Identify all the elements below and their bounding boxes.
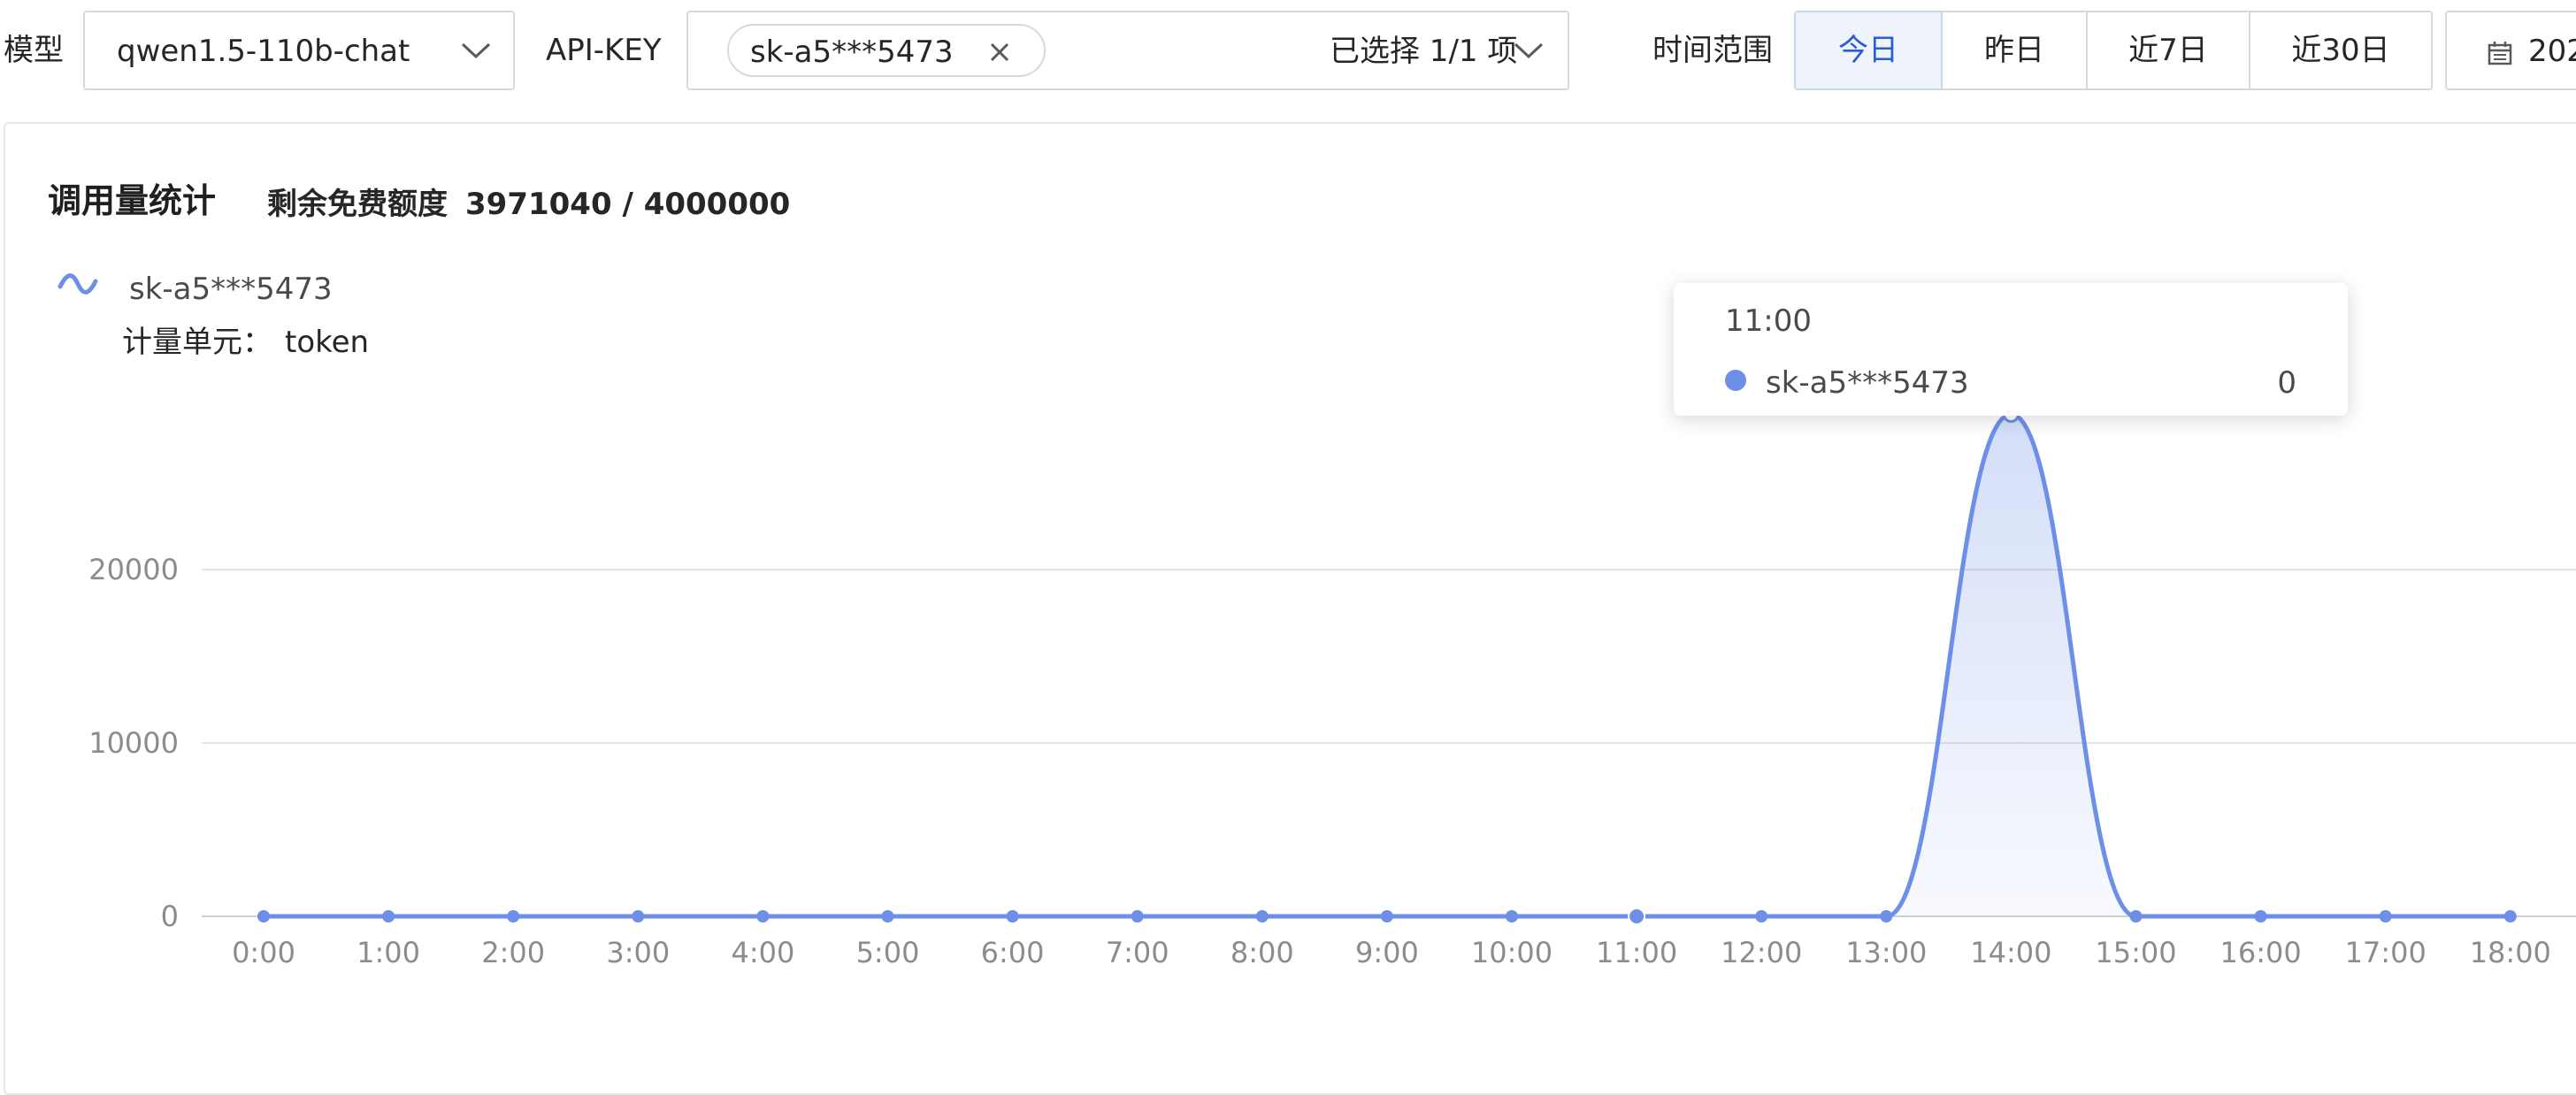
usage-chart: 0 10000 20000 0:00 1:00 2:00 3:00 4:00 5:00 6:00 7… [88,406,2576,969]
x-tick-label: 12:00 [1721,936,1802,969]
x-tick-label: 6:00 [981,936,1045,969]
data-point [2254,910,2267,923]
data-point [756,910,770,923]
x-tick-label: 11:00 [1596,936,1677,969]
data-point [1255,910,1269,923]
data-point [1506,910,1518,923]
x-tick-label: 15:00 [2095,936,2176,969]
data-point [881,910,894,923]
x-tick-label: 10:00 [1471,936,1552,969]
x-tick-label: 5:00 [856,936,920,969]
x-tick-label: 18:00 [2470,936,2551,969]
y-tick-label: 0 [161,900,179,933]
x-tick-label: 4:00 [731,936,794,969]
data-point [2379,910,2392,923]
data-point [1880,910,1893,923]
series-line [264,412,2511,919]
y-tick-label: 10000 [88,726,179,760]
time-option-today[interactable]: 今日 [1794,11,1943,90]
x-tick-label: 16:00 [2220,936,2301,969]
series-area [264,414,2511,916]
data-point [2503,910,2517,923]
data-point [1755,910,1768,923]
x-tick-label: 3:00 [606,936,670,969]
data-point [1006,910,1019,923]
x-tick-label: 7:00 [1106,936,1169,969]
data-point [1380,910,1393,923]
x-tick-label: 2:00 [481,936,545,969]
data-point [382,910,395,923]
x-tick-label: 14:00 [1970,936,2051,969]
data-point [507,910,520,923]
data-point [257,910,270,923]
tooltip-series-name: sk-a5***5473 [1766,365,1969,401]
x-tick-label: 0:00 [232,936,295,969]
x-tick-label: 13:00 [1845,936,1927,969]
data-point [1628,907,1646,925]
tooltip-time: 11:00 [1725,303,1812,339]
data-point [632,910,645,923]
x-tick-label: 1:00 [356,936,420,969]
y-tick-label: 20000 [88,553,179,586]
chart-tooltip: 11:00 sk-a5***5473 0 [1674,283,2348,416]
data-point [1131,910,1144,923]
data-point [2129,910,2143,923]
x-tick-label: 17:00 [2345,936,2426,969]
tooltip-value: 0 [2277,365,2296,401]
x-tick-label: 9:00 [1355,936,1419,969]
x-tick-label: 8:00 [1230,936,1294,969]
tooltip-series-dot [1725,370,1746,391]
